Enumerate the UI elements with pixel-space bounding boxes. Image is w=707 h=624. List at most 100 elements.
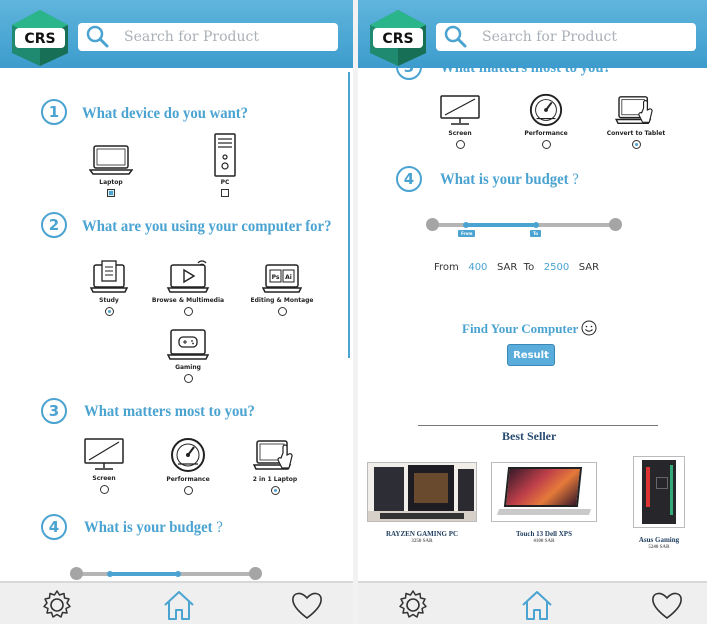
search-icon bbox=[86, 25, 109, 48]
question-number: 2 bbox=[41, 212, 67, 238]
performance-gauge-icon bbox=[529, 93, 563, 127]
search-placeholder[interactable]: Search for Product bbox=[482, 29, 617, 45]
product-name[interactable]: Touch 13 Dell XPS bbox=[491, 530, 597, 538]
slider-max-knob[interactable] bbox=[249, 567, 262, 580]
option-label: 2 in 1 Laptop bbox=[252, 476, 298, 483]
option-label: Browse & Multimedia bbox=[151, 297, 225, 304]
product-card[interactable]: Touch 13 Dell XPS 4100 SAR bbox=[491, 462, 597, 544]
touch-laptop-icon bbox=[253, 440, 293, 470]
option-2in1-laptop[interactable]: 2 in 1 Laptop bbox=[230, 438, 320, 495]
svg-text:Ps: Ps bbox=[272, 274, 280, 281]
search-icon bbox=[444, 25, 467, 48]
budget-range-text: From 400 SAR To 2500 SAR bbox=[434, 262, 599, 273]
to-label: To bbox=[523, 262, 535, 273]
option-editing-montage[interactable]: Ps Ai Editing & Montage bbox=[237, 261, 327, 316]
budget-title-mark: ? bbox=[572, 171, 579, 188]
home-icon[interactable] bbox=[160, 588, 198, 622]
product-price: 4100 SAR bbox=[533, 539, 555, 544]
best-seller-title: Best Seller bbox=[502, 429, 557, 443]
to-value: 2500 bbox=[543, 262, 570, 273]
slider-to-thumb[interactable] bbox=[175, 571, 181, 577]
logo[interactable]: CRS bbox=[366, 8, 430, 68]
option-label: Editing & Montage bbox=[250, 297, 314, 304]
product-card[interactable]: Asus Gaming 5240 SAR bbox=[620, 456, 698, 550]
search-placeholder[interactable]: Search for Product bbox=[124, 29, 259, 45]
slider-to-thumb[interactable] bbox=[533, 222, 539, 228]
currency-label: SAR bbox=[496, 262, 518, 273]
left-screen: CRS Search for Product 1 What device do … bbox=[0, 0, 353, 624]
option-label: PC bbox=[220, 179, 230, 186]
settings-icon[interactable] bbox=[396, 588, 430, 622]
heart-icon[interactable] bbox=[650, 588, 684, 622]
product-name[interactable]: Asus Gaming bbox=[620, 536, 698, 544]
performance-radio[interactable] bbox=[541, 140, 551, 149]
product-name[interactable]: RAYZEN GAMING PC bbox=[367, 530, 477, 538]
screen-radio[interactable] bbox=[455, 140, 465, 149]
option-laptop[interactable]: Laptop bbox=[66, 143, 156, 197]
option-pc[interactable]: PC bbox=[180, 133, 270, 197]
logo[interactable]: CRS bbox=[8, 8, 72, 68]
study-radio[interactable] bbox=[104, 307, 114, 316]
screen-icon bbox=[84, 438, 124, 470]
find-computer-heading: Find Your Computer bbox=[462, 320, 597, 337]
2in1-radio[interactable] bbox=[270, 486, 280, 495]
editing-radio[interactable] bbox=[277, 307, 287, 316]
laptop-icon bbox=[89, 145, 133, 175]
question-title: What is your budget ? bbox=[84, 519, 223, 537]
product-image[interactable] bbox=[367, 462, 477, 522]
search-bar[interactable]: Search for Product bbox=[436, 23, 696, 51]
svg-text:CRS: CRS bbox=[382, 31, 413, 47]
bottom-nav bbox=[358, 581, 707, 624]
slider-min-knob[interactable] bbox=[70, 567, 83, 580]
slider-from-thumb[interactable] bbox=[463, 222, 469, 228]
bottom-nav bbox=[0, 581, 353, 624]
slider-max-knob[interactable] bbox=[609, 218, 622, 231]
option-screen[interactable]: Screen bbox=[415, 94, 505, 149]
currency-label: SAR bbox=[578, 262, 600, 273]
option-convert-to-tablet[interactable]: Convert to Tablet bbox=[591, 94, 681, 149]
pc-checkbox[interactable] bbox=[221, 189, 229, 197]
option-screen[interactable]: Screen bbox=[59, 437, 149, 494]
result-button[interactable]: Result bbox=[507, 344, 555, 366]
convert-tablet-radio[interactable] bbox=[631, 140, 641, 149]
option-performance[interactable]: Performance bbox=[501, 92, 591, 149]
screen-radio[interactable] bbox=[99, 485, 109, 494]
laptop-checkbox[interactable] bbox=[107, 189, 115, 197]
option-performance[interactable]: Performance bbox=[143, 436, 233, 495]
slider-min-knob[interactable] bbox=[426, 218, 439, 231]
question-number: 3 bbox=[41, 398, 67, 424]
slider-range-fill bbox=[466, 223, 536, 227]
question-title: What matters most to you? bbox=[84, 403, 255, 420]
product-card[interactable]: RAYZEN GAMING PC 3250 SAR bbox=[367, 462, 477, 544]
product-image[interactable] bbox=[633, 456, 685, 528]
gaming-radio[interactable] bbox=[183, 374, 193, 383]
option-label: Gaming bbox=[175, 364, 201, 371]
right-screen: 3 What matters most to you? Screen Perfo… bbox=[358, 0, 707, 624]
settings-icon[interactable] bbox=[40, 588, 74, 622]
from-label: From bbox=[434, 262, 459, 273]
home-icon[interactable] bbox=[518, 588, 556, 622]
heart-icon[interactable] bbox=[290, 588, 324, 622]
performance-radio[interactable] bbox=[183, 486, 193, 495]
scrollbar[interactable] bbox=[348, 72, 350, 358]
search-bar[interactable]: Search for Product bbox=[78, 23, 338, 51]
question-title: What device do you want? bbox=[82, 105, 249, 122]
pc-tower-icon bbox=[214, 133, 236, 177]
budget-slider[interactable] bbox=[70, 566, 264, 582]
budget-slider[interactable]: From To bbox=[426, 217, 624, 237]
option-study[interactable]: Study bbox=[64, 259, 154, 316]
product-image[interactable] bbox=[491, 462, 597, 522]
option-label: Convert to Tablet bbox=[606, 130, 666, 137]
option-browse-multimedia[interactable]: Browse & Multimedia bbox=[143, 259, 233, 316]
slider-from-thumb[interactable] bbox=[107, 571, 113, 577]
option-gaming[interactable]: Gaming bbox=[143, 326, 233, 383]
option-label: Screen bbox=[448, 130, 472, 137]
question-number: 1 bbox=[41, 99, 67, 125]
product-price: 3250 SAR bbox=[411, 539, 433, 544]
svg-text:CRS: CRS bbox=[24, 31, 55, 47]
product-price: 5240 SAR bbox=[648, 545, 670, 550]
option-label: Performance bbox=[166, 476, 210, 483]
budget-title-text: What is your budget bbox=[84, 519, 213, 536]
option-label: Screen bbox=[92, 475, 116, 482]
browse-radio[interactable] bbox=[183, 307, 193, 316]
